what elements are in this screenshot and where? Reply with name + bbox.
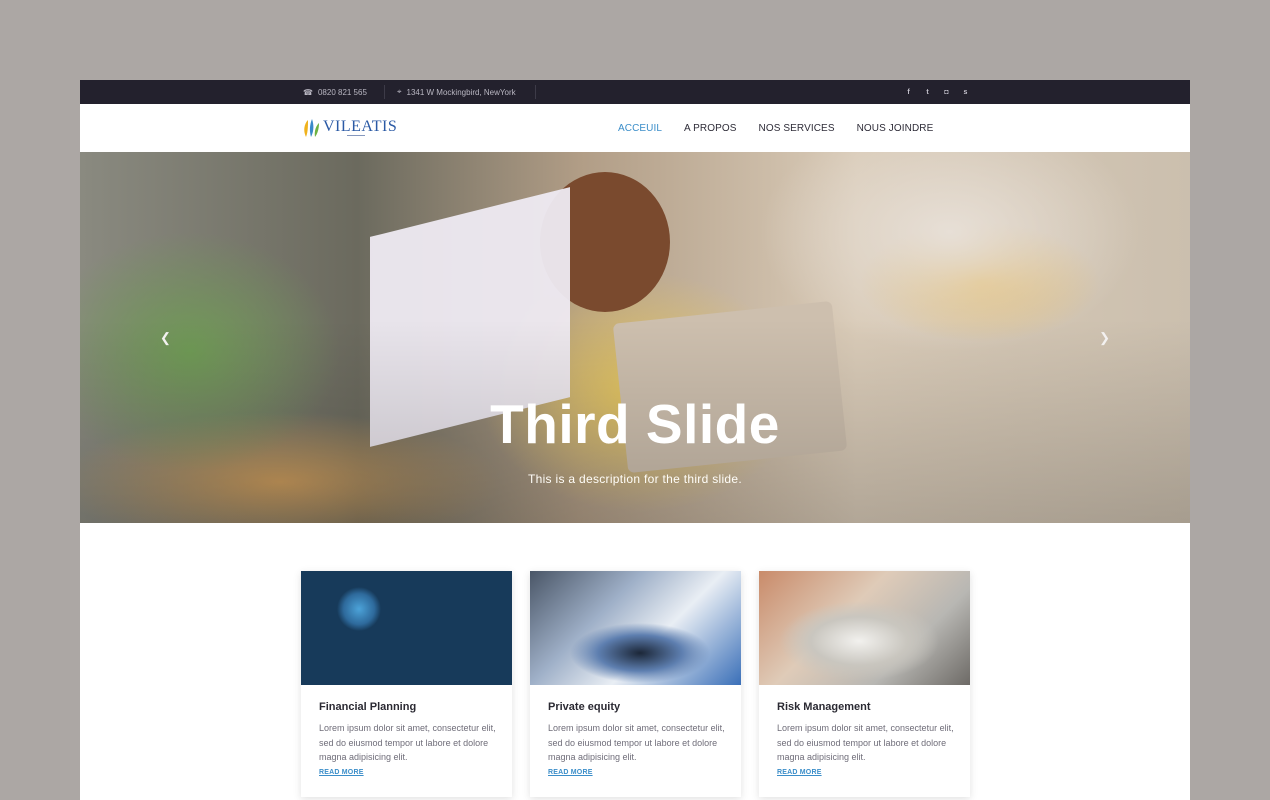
address-contact: ⌖ 1341 W Mockingbird, NewYork — [397, 80, 516, 104]
top-bar: ☎ 0820 821 565 ⌖ 1341 W Mockingbird, New… — [80, 80, 1190, 104]
service-card: Financial Planning Lorem ipsum dolor sit… — [301, 571, 512, 797]
card-text: Lorem ipsum dolor sit amet, consectetur … — [548, 723, 725, 762]
website-frame: ☎ 0820 821 565 ⌖ 1341 W Mockingbird, New… — [80, 80, 1190, 800]
phone-icon: ☎ — [303, 87, 313, 97]
service-cards: Financial Planning Lorem ipsum dolor sit… — [301, 571, 970, 797]
nav-item-acceuil[interactable]: ACCEUIL — [618, 123, 662, 134]
hero-carousel: ❮ ❯ Third Slide This is a description fo… — [80, 152, 1190, 523]
nav-item-nos-services[interactable]: NOS SERVICES — [759, 123, 835, 134]
site-header: VILEATIS ▬▬▬▬▬▬ ACCEUIL A PROPOS NOS SER… — [80, 104, 1190, 152]
twitter-icon[interactable]: t — [923, 89, 932, 96]
card-title: Private equity — [548, 701, 621, 713]
hero-overlay — [80, 152, 1190, 523]
logo-text: VILEATIS — [323, 117, 398, 135]
phone-number: 0820 821 565 — [317, 87, 367, 97]
slide-title: Third Slide — [490, 393, 780, 455]
card-text: Lorem ipsum dolor sit amet, consectetur … — [319, 723, 496, 762]
logo[interactable]: VILEATIS ▬▬▬▬▬▬ — [302, 118, 397, 138]
main-nav: ACCEUIL A PROPOS NOS SERVICES NOUS JOIND… — [618, 104, 933, 152]
card-title: Risk Management — [777, 701, 871, 713]
card-image — [759, 571, 970, 685]
service-card: Risk Management Lorem ipsum dolor sit am… — [759, 571, 970, 797]
slide-description: This is a description for the third slid… — [527, 472, 743, 486]
divider — [535, 85, 536, 99]
card-text: Lorem ipsum dolor sit amet, consectetur … — [777, 723, 954, 762]
phone-contact: ☎ 0820 821 565 — [303, 80, 367, 104]
service-card: Private equity Lorem ipsum dolor sit ame… — [530, 571, 741, 797]
nav-item-nous-joindre[interactable]: NOUS JOINDRE — [857, 123, 934, 134]
nav-item-a-propos[interactable]: A PROPOS — [684, 123, 737, 134]
instagram-icon[interactable]: ◘ — [942, 89, 951, 96]
leaf-logo-icon — [304, 119, 319, 137]
card-title: Financial Planning — [319, 701, 417, 713]
address-text: 1341 W Mockingbird, NewYork — [406, 87, 516, 97]
read-more-link[interactable]: READ MORE — [548, 769, 593, 776]
facebook-icon[interactable]: f — [904, 89, 913, 96]
map-pin-icon: ⌖ — [397, 87, 402, 96]
social-links: f t ◘ s — [904, 80, 970, 104]
skype-icon[interactable]: s — [961, 89, 970, 96]
card-image — [530, 571, 741, 685]
card-image — [301, 571, 512, 685]
carousel-next-arrow-icon[interactable]: ❯ — [1099, 330, 1110, 346]
read-more-link[interactable]: READ MORE — [777, 769, 822, 776]
carousel-prev-arrow-icon[interactable]: ❮ — [160, 330, 171, 346]
read-more-link[interactable]: READ MORE — [319, 769, 364, 776]
divider — [384, 85, 385, 99]
